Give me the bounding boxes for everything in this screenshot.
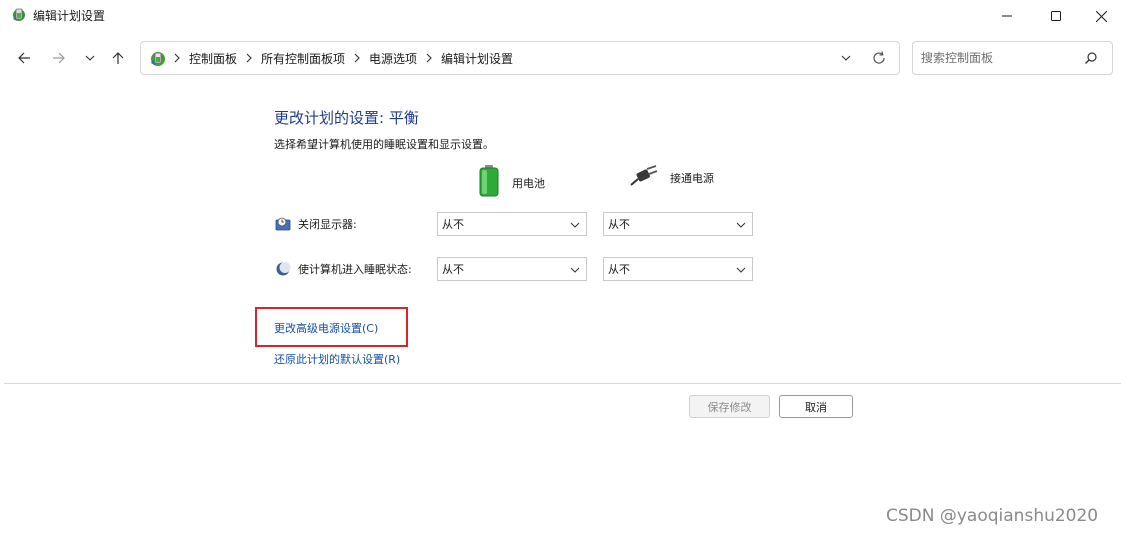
window-title: 编辑计划设置 [33, 9, 106, 23]
page-subtitle: 选择希望计算机使用的睡眠设置和显示设置。 [274, 138, 494, 151]
display-icon [274, 215, 292, 233]
chevron-down-icon [841, 55, 851, 61]
minimize-icon [1002, 15, 1012, 17]
breadcrumb-item-power-options[interactable]: 电源选项 [369, 50, 417, 67]
breadcrumb-item-all-items[interactable]: 所有控制面板项 [261, 50, 345, 67]
sleep-text: 使计算机进入睡眠状态: [298, 263, 412, 276]
chevron-right-icon [353, 53, 361, 63]
back-button[interactable] [12, 46, 36, 70]
sleep-battery-value: 从不 [442, 263, 464, 276]
title-bar: 编辑计划设置 [0, 0, 1121, 32]
breadcrumb: 控制面板 所有控制面板项 电源选项 编辑计划设置 [173, 42, 513, 74]
forward-button[interactable] [47, 46, 71, 70]
sleep-battery-select[interactable]: 从不 [437, 257, 587, 281]
page-title: 更改计划的设置: 平衡 [274, 109, 419, 127]
chevron-right-icon [245, 53, 253, 63]
turn-off-display-text: 关闭显示器: [298, 218, 357, 231]
chevron-right-icon [173, 53, 181, 63]
sleep-moon-icon [274, 260, 292, 278]
chevron-down-icon [736, 267, 746, 273]
chevron-down-icon [570, 222, 580, 228]
maximize-button[interactable] [1033, 0, 1079, 32]
recent-locations-button[interactable] [78, 46, 102, 70]
sleep-label: 使计算机进入睡眠状态: [274, 260, 412, 278]
up-button[interactable] [106, 46, 130, 70]
sleep-plugged-value: 从不 [608, 263, 630, 276]
save-changes-button[interactable]: 保存修改 [689, 395, 770, 418]
power-plan-icon [11, 7, 27, 23]
chevron-down-icon [570, 267, 580, 273]
minimize-button[interactable] [984, 0, 1030, 32]
refresh-icon [873, 51, 885, 64]
search-input[interactable] [921, 48, 1081, 68]
navigation-bar: 控制面板 所有控制面板项 电源选项 编辑计划设置 [0, 38, 1121, 78]
arrow-left-icon [18, 52, 30, 64]
arrow-up-icon [112, 52, 124, 64]
display-battery-value: 从不 [442, 218, 464, 231]
control-panel-icon [149, 50, 167, 68]
chevron-down-icon [736, 222, 746, 228]
search-box [912, 41, 1113, 75]
restore-defaults-link[interactable]: 还原此计划的默认设置(R) [274, 351, 400, 367]
plugged-in-column-label: 接通电源 [670, 171, 714, 185]
battery-icon [478, 165, 500, 200]
arrow-right-icon [53, 52, 65, 64]
breadcrumb-item-control-panel[interactable]: 控制面板 [189, 50, 237, 67]
watermark: CSDN @yaoqianshu2020 [886, 506, 1099, 526]
maximize-icon [1051, 11, 1061, 21]
chevron-right-icon [425, 53, 433, 63]
advanced-power-settings-link[interactable]: 更改高级电源设置(C) [274, 320, 378, 336]
power-plug-icon [630, 165, 658, 190]
battery-column-label: 用电池 [512, 176, 545, 190]
breadcrumb-item-edit-plan[interactable]: 编辑计划设置 [441, 50, 513, 67]
refresh-button[interactable] [871, 50, 887, 66]
search-icon[interactable] [1084, 51, 1098, 65]
plugged-in-column-header: 接通电源 [630, 165, 714, 190]
display-plugged-select[interactable]: 从不 [603, 212, 753, 236]
cancel-button[interactable]: 取消 [779, 395, 853, 418]
battery-column-header: 用电池 [478, 165, 545, 200]
address-dropdown-button[interactable] [839, 51, 853, 65]
display-plugged-value: 从不 [608, 218, 630, 231]
close-icon [1095, 10, 1107, 22]
divider [4, 383, 1121, 384]
display-battery-select[interactable]: 从不 [437, 212, 587, 236]
close-button[interactable] [1078, 0, 1121, 32]
chevron-down-icon [85, 55, 95, 61]
turn-off-display-label: 关闭显示器: [274, 215, 357, 233]
address-bar[interactable]: 控制面板 所有控制面板项 电源选项 编辑计划设置 [140, 41, 900, 75]
sleep-plugged-select[interactable]: 从不 [603, 257, 753, 281]
